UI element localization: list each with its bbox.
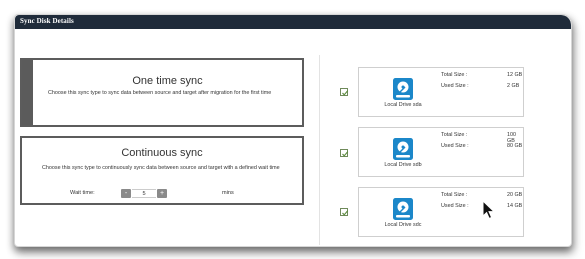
drive-name: Local Drive sdb <box>384 162 422 168</box>
total-size-label: Total Size : <box>441 72 468 78</box>
hard-drive-icon <box>393 78 413 100</box>
one-time-sync-option[interactable]: One time sync Choose this sync type to s… <box>20 58 304 127</box>
drive-sda-checkbox[interactable] <box>340 88 349 96</box>
total-size-label: Total Size : <box>441 132 468 138</box>
window-title: Sync Disk Details <box>20 17 74 25</box>
drive-name: Local Drive sda <box>384 102 422 108</box>
wait-time-unit: mins <box>222 190 234 196</box>
total-size-value: 12 GB <box>507 72 523 78</box>
used-size-value: 14 GB <box>507 203 523 209</box>
hard-drive-icon <box>393 138 413 160</box>
used-size-label: Used Size : <box>441 143 469 149</box>
drive-card-sdc[interactable]: Local Drive sdc Total Size : 20 GB Used … <box>358 187 524 237</box>
one-time-sync-description: Choose this sync type to sync data betwe… <box>48 90 272 96</box>
continuous-sync-option[interactable]: Continuous sync Choose this sync type to… <box>20 136 304 205</box>
drive-card-sda[interactable]: Local Drive sda Total Size : 12 GB Used … <box>358 67 524 117</box>
one-time-sync-title: One time sync <box>132 75 203 87</box>
column-divider <box>319 55 320 245</box>
hard-drive-icon <box>393 198 413 220</box>
title-bar: Sync Disk Details <box>15 15 571 29</box>
drive-sdb-checkbox[interactable] <box>340 149 349 157</box>
checkbox-checked-icon <box>342 151 349 157</box>
used-size-value: 80 GB <box>507 143 523 149</box>
used-size-label: Used Size : <box>441 83 469 89</box>
checkbox-checked-icon <box>342 90 349 96</box>
drive-card-sdb[interactable]: Local Drive sdb Total Size : 100 GB Used… <box>358 127 524 177</box>
total-size-value: 20 GB <box>507 192 523 198</box>
wait-time-label: Wait time: <box>70 190 95 196</box>
total-size-label: Total Size : <box>441 192 468 198</box>
selected-indicator <box>22 60 33 125</box>
wait-time-input[interactable]: 5 <box>132 189 156 198</box>
used-size-label: Used Size : <box>441 203 469 209</box>
used-size-value: 2 GB <box>507 83 520 89</box>
continuous-sync-title: Continuous sync <box>121 147 203 159</box>
wait-decrement-button[interactable]: - <box>121 189 131 198</box>
continuous-sync-description: Choose this sync type to continuously sy… <box>42 165 280 171</box>
drive-name: Local Drive sdc <box>384 222 422 228</box>
wait-increment-button[interactable]: + <box>157 189 167 198</box>
drive-sdc-checkbox[interactable] <box>340 208 349 216</box>
mouse-pointer-icon <box>482 200 496 220</box>
checkbox-checked-icon <box>342 210 349 216</box>
